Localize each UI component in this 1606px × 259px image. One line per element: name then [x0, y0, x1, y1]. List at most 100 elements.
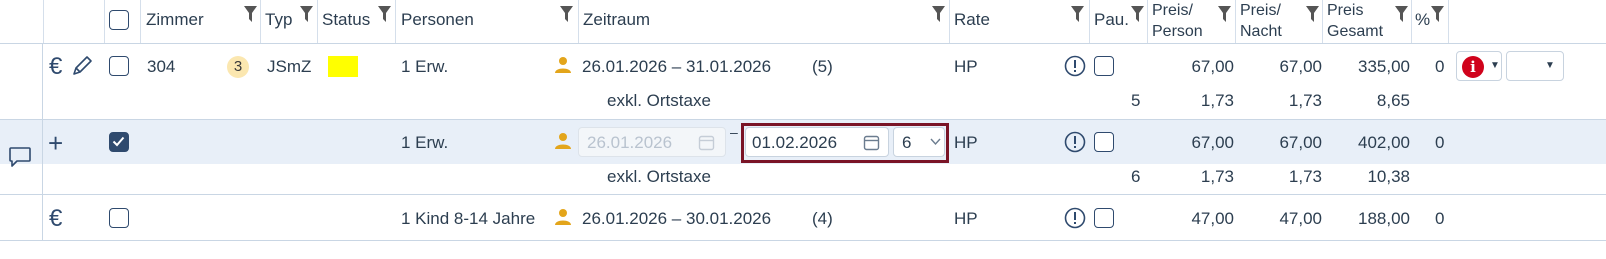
header-divider [1235, 0, 1236, 43]
filter-icon[interactable] [244, 6, 257, 22]
filter-icon[interactable] [1431, 6, 1444, 22]
person-icon [555, 57, 571, 73]
percent-value: 0 [1435, 57, 1445, 76]
nights-value: (4) [812, 209, 833, 228]
ortstaxe-count: 6 [1131, 167, 1141, 186]
checkmark-icon [112, 136, 125, 147]
header-rate[interactable]: Rate [954, 10, 990, 30]
filter-icon[interactable] [1131, 6, 1144, 22]
header-divider [1322, 0, 1323, 43]
typ-value: JSmZ [267, 57, 312, 76]
header-preis-gesamt-2[interactable]: Gesamt [1327, 21, 1391, 42]
filter-icon[interactable] [1071, 6, 1084, 22]
preis-gesamt-value: 402,00 [1358, 133, 1410, 152]
personen-value: 1 Erw. [401, 133, 449, 152]
header-zeitraum[interactable]: Zeitraum [583, 10, 650, 30]
ortstaxe-person: 1,73 [1200, 91, 1234, 110]
preis-person-value: 47,00 [1191, 209, 1234, 228]
header-divider [317, 0, 318, 43]
filter-icon[interactable] [1306, 6, 1319, 22]
header-personen[interactable]: Personen [401, 10, 474, 30]
header-percent[interactable]: % [1415, 10, 1430, 30]
ortstaxe-count: 5 [1131, 91, 1141, 110]
header-preis-nacht-1[interactable]: Preis/ [1240, 0, 1281, 21]
header-preis-person-2[interactable]: Person [1152, 21, 1203, 42]
left-border [42, 44, 43, 241]
preis-person-value: 67,00 [1191, 57, 1234, 76]
ortstaxe-label: exkl. Ortstaxe [607, 167, 711, 186]
header-preis-person-1[interactable]: Preis/ [1152, 0, 1193, 21]
pau-checkbox[interactable] [1094, 208, 1114, 228]
filter-icon[interactable] [1395, 6, 1408, 22]
date-separator: – [730, 124, 738, 140]
date-to-value: 01.02.2026 [752, 133, 838, 152]
row-action-select[interactable]: ▼ [1506, 51, 1564, 81]
header-divider [104, 0, 105, 43]
preis-nacht-value: 67,00 [1279, 133, 1322, 152]
header-status[interactable]: Status [322, 10, 370, 30]
header-divider [1411, 0, 1412, 43]
personen-value: 1 Erw. [401, 57, 449, 76]
exclamation-icon[interactable] [1064, 207, 1086, 229]
calendar-icon[interactable] [863, 134, 880, 151]
filter-icon[interactable] [560, 6, 573, 22]
date-to-input[interactable]: 01.02.2026 [745, 127, 889, 157]
ortstaxe-gesamt: 8,65 [1376, 91, 1410, 110]
pau-checkbox[interactable] [1094, 56, 1114, 76]
header-divider [1089, 0, 1090, 43]
header-pau[interactable]: Pau. [1094, 10, 1129, 30]
euro-icon[interactable]: € [49, 53, 62, 81]
header-divider [1448, 0, 1449, 43]
nights-value: (5) [812, 57, 833, 76]
nights-select-value: 6 [902, 133, 912, 152]
filter-icon[interactable] [932, 6, 945, 22]
info-icon: i [1462, 56, 1484, 78]
rate-value: HP [954, 133, 978, 152]
preis-gesamt-value: 335,00 [1358, 57, 1410, 76]
date-from-value: 26.01.2026 [587, 133, 673, 152]
euro-icon[interactable]: € [49, 205, 62, 233]
row-checkbox-checked[interactable] [109, 132, 129, 152]
percent-value: 0 [1435, 209, 1445, 228]
status-indicator [328, 56, 358, 77]
header-typ[interactable]: Typ [265, 10, 292, 30]
row-checkbox[interactable] [109, 56, 129, 76]
table-header: Zimmer Typ Status Personen Zeitraum Rate… [0, 0, 1606, 44]
zeitraum-value: 26.01.2026 – 31.01.2026 [582, 57, 772, 76]
exclamation-icon[interactable] [1064, 55, 1086, 77]
preis-person-value: 67,00 [1191, 133, 1234, 152]
caret-down-icon: ▼ [1490, 60, 1500, 71]
select-all-checkbox[interactable] [109, 10, 129, 30]
row-checkbox[interactable] [109, 208, 129, 228]
header-preis-gesamt-1[interactable]: Preis [1327, 0, 1363, 21]
header-divider [260, 0, 261, 43]
row-divider [0, 240, 1606, 241]
calendar-icon [698, 135, 715, 151]
row-divider [0, 194, 1606, 195]
pau-checkbox[interactable] [1094, 132, 1114, 152]
caret-down-icon: ▼ [1545, 60, 1555, 71]
nights-select[interactable]: 6 [893, 127, 945, 157]
header-divider [140, 0, 141, 43]
pencil-icon[interactable] [71, 55, 93, 77]
preis-gesamt-value: 188,00 [1358, 209, 1410, 228]
header-divider [1147, 0, 1148, 43]
header-zimmer[interactable]: Zimmer [146, 10, 204, 30]
ortstaxe-gesamt: 10,38 [1367, 167, 1410, 186]
row-divider [0, 119, 1606, 120]
person-icon [555, 209, 571, 225]
exclamation-icon[interactable] [1064, 131, 1086, 153]
filter-icon[interactable] [378, 6, 391, 22]
preis-nacht-value: 67,00 [1279, 57, 1322, 76]
header-preis-nacht-2[interactable]: Nacht [1240, 21, 1282, 42]
ortstaxe-label: exkl. Ortstaxe [607, 91, 711, 110]
filter-icon[interactable] [300, 6, 313, 22]
date-from-input: 26.01.2026 [578, 127, 726, 157]
info-dropdown-button[interactable]: i ▼ [1456, 51, 1502, 81]
comment-icon[interactable] [8, 146, 32, 168]
header-divider [578, 0, 579, 43]
filter-icon[interactable] [1218, 6, 1231, 22]
zimmer-value: 304 [147, 57, 176, 76]
plus-icon[interactable]: + [48, 128, 63, 159]
header-divider [395, 0, 396, 43]
